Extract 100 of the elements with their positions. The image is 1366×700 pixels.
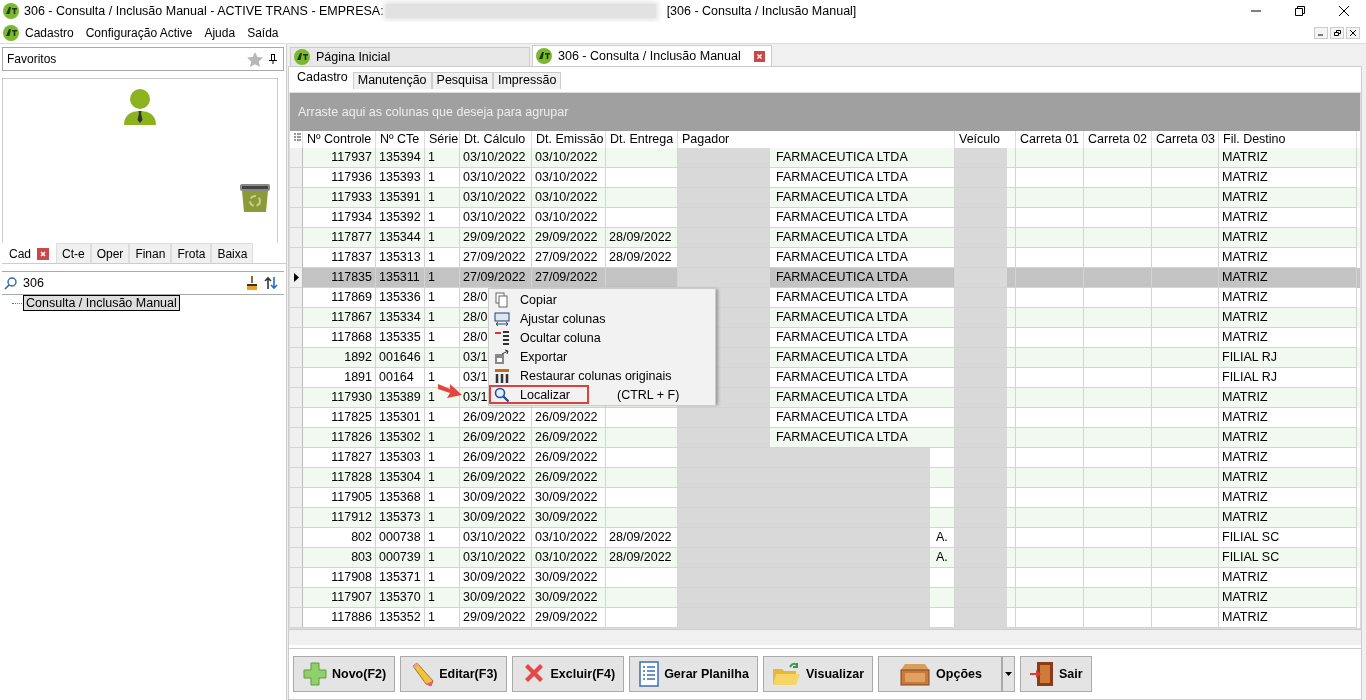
table-cell: 29/09/2022 <box>460 608 532 628</box>
table-cell: 117930 <box>303 388 376 408</box>
favorites-field[interactable]: Favoritos <box>2 47 284 71</box>
table-cell: FILIAL RJ <box>1219 348 1357 368</box>
table-row[interactable]: 117912 135373 1 30/09/2022 30/09/2022 MATRIZ <box>290 508 1360 528</box>
table-cell <box>955 428 1016 448</box>
door-exit-icon <box>1029 661 1056 687</box>
form-tab[interactable]: Impressão <box>493 72 562 89</box>
table-cell: MATRIZ <box>1219 428 1357 448</box>
horizontal-scrollbar[interactable] <box>289 629 1361 645</box>
star-icon[interactable] <box>247 51 263 67</box>
table-cell: 1 <box>425 268 460 288</box>
table-row[interactable]: 117907 135370 1 30/09/2022 30/09/2022 MATRIZ <box>290 588 1360 608</box>
trash-bin-icon[interactable] <box>239 183 271 213</box>
app-logo-icon <box>3 3 19 19</box>
table-cell: 135334 <box>376 308 425 328</box>
column-width-icon <box>494 310 510 327</box>
table-cell: 135302 <box>376 428 425 448</box>
form-tab[interactable]: Pesquisa <box>431 72 493 89</box>
module-tab[interactable]: Ct-e <box>56 243 91 263</box>
table-cell <box>955 368 1016 388</box>
app-logo-icon <box>3 24 19 41</box>
folder-icon <box>771 661 802 687</box>
search-icon <box>494 386 510 403</box>
toolbar-button[interactable]: Sair <box>1020 656 1092 692</box>
table-cell: 117886 <box>303 608 376 628</box>
module-tab[interactable]: Frota <box>171 243 212 263</box>
table-cell <box>955 288 1016 308</box>
table-cell: 29/09/2022 <box>460 228 532 248</box>
table-cell: MATRIZ <box>1219 228 1357 248</box>
table-cell <box>955 328 1016 348</box>
table-row[interactable]: 117828 135304 1 26/09/2022 26/09/2022 MATRIZ <box>290 468 1360 488</box>
table-cell <box>955 228 1016 248</box>
group-hint: Arraste aqui as colunas que deseja para agrupar <box>298 105 569 119</box>
toolbar-button[interactable]: Visualizar <box>762 656 874 692</box>
menu-item[interactable]: Cadastro <box>19 25 80 40</box>
row-header[interactable] <box>290 268 303 288</box>
table-cell: 117907 <box>303 588 376 608</box>
table-cell: 30/09/2022 <box>532 588 606 608</box>
menu-item[interactable]: Localizar <box>489 385 589 404</box>
menu-item[interactable]: Saída <box>241 25 285 40</box>
table-cell: 03/10/2022 <box>460 188 532 208</box>
user-icon[interactable] <box>124 89 156 125</box>
pin-icon[interactable] <box>269 54 277 64</box>
toolbar-button[interactable]: Novo(F2) <box>293 656 396 692</box>
table-cell: 26/09/2022 <box>460 468 532 488</box>
table-cell: 1892 <box>303 348 376 368</box>
table-row[interactable]: 117886 135352 1 29/09/2022 29/09/2022 MATRIZ <box>290 608 1360 628</box>
table-cell <box>955 168 1016 188</box>
table-cell: 26/09/2022 <box>460 428 532 448</box>
form-tab[interactable]: Manutenção <box>352 72 432 89</box>
table-row[interactable]: 803 000739 1 03/10/2022 03/10/2022 28/09/2022 A. FILIAL SC <box>290 548 1360 568</box>
menu-item[interactable]: Ajuda <box>198 25 242 40</box>
table-cell: FARMACEUTICA LTDA <box>678 408 955 428</box>
table-cell: FARMACEUTICA LTDA <box>678 228 955 248</box>
table-cell: 117826 <box>303 428 376 448</box>
close-icon[interactable] <box>1339 6 1349 16</box>
copy-icon <box>494 291 510 308</box>
table-row[interactable]: 117905 135368 1 30/09/2022 30/09/2022 MATRIZ <box>290 488 1360 508</box>
table-cell: FARMACEUTICA LTDA <box>678 148 955 168</box>
sort-icon[interactable] <box>264 276 278 290</box>
module-tab[interactable]: Baixa <box>211 243 254 263</box>
table-cell: FARMACEUTICA LTDA <box>678 248 955 268</box>
broom-icon[interactable] <box>246 276 258 290</box>
table-cell <box>955 528 1016 548</box>
table-cell: A. <box>678 548 955 568</box>
table-cell: 03/10/2022 <box>460 148 532 168</box>
module-tab[interactable]: Oper <box>90 243 130 263</box>
restore-columns-icon <box>494 367 510 384</box>
table-cell: 117835 <box>303 268 376 288</box>
table-row[interactable]: 117937 135394 1 03/10/2022 03/10/2022 FARMACEUTICA LTDA MATRIZ <box>290 148 1360 168</box>
table-cell <box>955 408 1016 428</box>
dropdown-button[interactable] <box>1002 656 1016 692</box>
toolbar-button[interactable]: Gerar Planilha <box>629 656 758 692</box>
menu-item[interactable]: Configuração Active <box>79 25 199 40</box>
column-chooser-icon[interactable] <box>294 133 301 143</box>
toolbar-button[interactable]: Opções <box>878 656 1003 692</box>
minimize-icon[interactable] <box>1314 26 1328 39</box>
table-row[interactable]: 117908 135371 1 30/09/2022 30/09/2022 MATRIZ <box>290 568 1360 588</box>
table-row[interactable]: 117933 135391 1 03/10/2022 03/10/2022 FARMACEUTICA LTDA MATRIZ <box>290 188 1360 208</box>
table-cell: FILIAL SC <box>1219 548 1357 568</box>
document-tab[interactable]: Página Inicial <box>290 47 530 66</box>
search-field[interactable]: 306 <box>2 271 284 295</box>
table-row[interactable]: 117877 135344 1 29/09/2022 29/09/2022 28/09/2022 FARMACEUTICA LTDA MATRIZ <box>290 228 1360 248</box>
table-cell: 117877 <box>303 228 376 248</box>
toolbar-button[interactable]: Excluir(F4) <box>511 656 625 692</box>
table-cell: 1 <box>425 428 460 448</box>
module-tab[interactable]: Finan <box>129 243 172 263</box>
table-cell: 30/09/2022 <box>532 508 606 528</box>
toolbar-button[interactable]: Editar(F3) <box>400 656 507 692</box>
table-row[interactable]: 117835 135311 1 27/09/2022 27/09/2022 FARMACEUTICA LTDA MATRIZ <box>290 268 1360 288</box>
table-cell: 135352 <box>376 608 425 628</box>
app-logo-icon <box>536 48 552 64</box>
restore-icon[interactable] <box>1295 6 1305 16</box>
table-cell: 03/10/2022 <box>532 188 606 208</box>
table-row[interactable]: 117826 135302 1 26/09/2022 26/09/2022 FARMACEUTICA LTDA MATRIZ <box>290 428 1360 448</box>
tree-item[interactable]: Consulta / Inclusão Manual <box>24 296 179 310</box>
table-cell: FARMACEUTICA LTDA <box>678 268 955 288</box>
table-row[interactable]: 117827 135303 1 26/09/2022 26/09/2022 MATRIZ <box>290 448 1360 468</box>
document-tab[interactable]: 306 - Consulta / Inclusão Manual <box>532 45 772 66</box>
